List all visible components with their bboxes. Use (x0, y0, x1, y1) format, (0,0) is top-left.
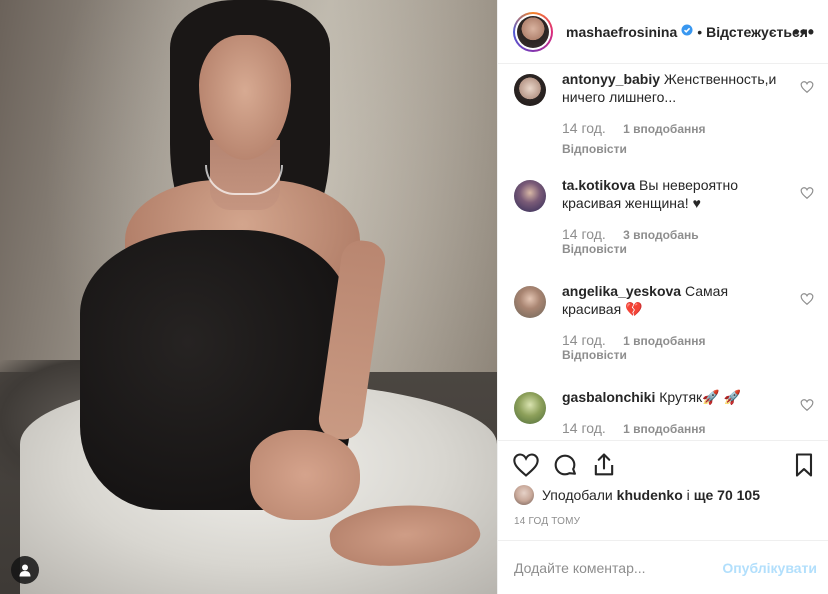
owner-avatar[interactable] (513, 11, 553, 52)
user-tag-button[interactable] (11, 556, 39, 584)
post-timestamp[interactable]: 14 ГОД ТОМУ (514, 516, 580, 527)
comment-text-block: antonyy_babiy Женственность,и ничего лиш… (562, 70, 784, 106)
more-options-button[interactable]: ••• (793, 22, 815, 43)
comment-input[interactable] (514, 559, 724, 576)
avatar-image (517, 15, 549, 48)
post-photo[interactable] (0, 0, 497, 594)
reply-button[interactable]: Відповісти (562, 348, 627, 362)
comment-username[interactable]: ta.kotikova (562, 177, 635, 193)
comment-avatar[interactable] (514, 74, 546, 106)
comment-text-block: ta.kotikova Вы невероятно красивая женщи… (562, 176, 784, 212)
comment-meta: 14 год. 3 вподобань (562, 226, 699, 242)
comment-likes[interactable]: 1 вподобання (623, 334, 705, 348)
comment-icon[interactable] (551, 451, 579, 479)
liker-avatar[interactable] (514, 485, 534, 505)
comment-likes[interactable]: 1 вподобання (623, 422, 705, 436)
comment-avatar[interactable] (514, 286, 546, 318)
likes-summary: Уподобали khudenko і ще 70 105 (514, 484, 760, 506)
comment-text-block: angelika_yeskova Самая красивая 💔 (562, 282, 784, 318)
publish-button[interactable]: Опублікувати (722, 560, 817, 576)
reply-button[interactable]: Відповісти (562, 242, 627, 256)
hands (250, 430, 360, 520)
comment-meta: 14 год. 1 вподобання (562, 332, 706, 348)
comments-list[interactable]: antonyy_babiy Женственность,и ничего лиш… (498, 64, 828, 440)
comment-username[interactable]: antonyy_babiy (562, 71, 660, 87)
owner-username[interactable]: mashaefrosinina (566, 24, 677, 40)
likes-conjunction: і (686, 487, 690, 503)
heart-icon[interactable] (800, 186, 814, 200)
comment-avatar[interactable] (514, 180, 546, 212)
user-tag-icon (19, 564, 31, 577)
verified-icon (681, 24, 693, 39)
reply-button[interactable]: Відповісти (562, 142, 627, 156)
comment-meta: 14 год. 1 вподобання (562, 120, 706, 136)
comment-time[interactable]: 14 год. (562, 420, 606, 436)
comment-avatar[interactable] (514, 392, 546, 424)
comment-time[interactable]: 14 год. (562, 332, 606, 348)
heart-icon[interactable] (800, 80, 814, 94)
avatar-border (515, 13, 551, 50)
comment-likes[interactable]: 3 вподобань (623, 228, 698, 242)
post-actions (498, 440, 828, 484)
separator-dot: • (697, 23, 703, 40)
likes-count-link[interactable]: ще 70 105 (694, 487, 760, 503)
comment-time[interactable]: 14 год. (562, 120, 606, 136)
likes-prefix: Уподобали (542, 487, 613, 503)
post-dialog: mashaefrosinina • Відстежується ••• anto… (0, 0, 828, 594)
bookmark-icon[interactable] (790, 451, 818, 479)
heart-icon[interactable] (800, 292, 814, 306)
comment-text: Крутяк🚀 🚀 (659, 389, 741, 405)
liker-username[interactable]: khudenko (617, 487, 683, 503)
heart-icon[interactable] (512, 451, 540, 479)
comment-username[interactable]: angelika_yeskova (562, 283, 681, 299)
heart-icon[interactable] (800, 398, 814, 412)
comment-form: Опублікувати (498, 540, 828, 594)
side-panel: mashaefrosinina • Відстежується ••• anto… (497, 0, 828, 594)
share-icon[interactable] (590, 451, 618, 479)
post-header: mashaefrosinina • Відстежується ••• (498, 0, 828, 64)
comment-text-block: gasbalonchiki Крутяк🚀 🚀 (562, 388, 784, 406)
comment-time[interactable]: 14 год. (562, 226, 606, 242)
comment-meta: 14 год. 1 вподобання (562, 420, 706, 436)
comment-username[interactable]: gasbalonchiki (562, 389, 655, 405)
comment-likes[interactable]: 1 вподобання (623, 122, 705, 136)
